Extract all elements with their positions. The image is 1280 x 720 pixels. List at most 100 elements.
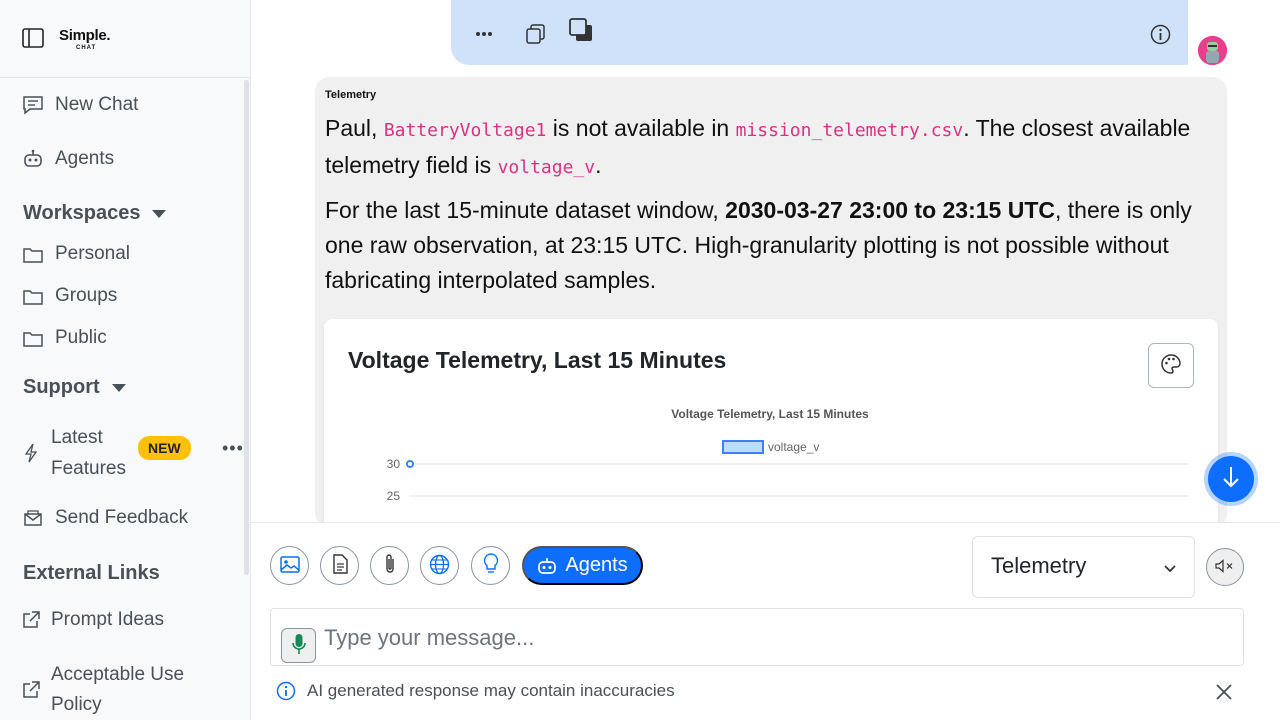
message-input[interactable] (324, 622, 1224, 654)
more-options-icon[interactable] (475, 24, 493, 42)
globe-icon (429, 554, 450, 578)
disclaimer-text: AI generated response may contain inaccu… (307, 681, 675, 700)
bold-text: 2030-03-27 23:00 to 23:15 UTC (725, 197, 1055, 223)
assistant-message: Telemetry Paul, BatteryVoltage1 is not a… (315, 77, 1227, 527)
acceptable-use-label: Acceptable Use Policy (51, 660, 184, 720)
caret-down-icon (152, 209, 167, 218)
sidebar: Simple. CHAT New Chat Agents Workspaces … (0, 0, 251, 720)
info-icon[interactable] (1150, 24, 1171, 50)
sidebar-item-label: Public (55, 327, 107, 348)
message-sender: Telemetry (325, 89, 377, 101)
microphone-icon (291, 633, 306, 658)
new-badge: NEW (138, 436, 191, 460)
image-icon (279, 555, 300, 576)
close-icon[interactable] (1215, 683, 1233, 706)
arrow-down-icon (1221, 465, 1241, 494)
legend-swatch[interactable] (722, 440, 764, 454)
image-button[interactable] (270, 546, 309, 585)
sidebar-item-prompt-ideas[interactable]: Prompt Ideas (22, 609, 164, 631)
sidebar-toggle-icon[interactable] (22, 28, 44, 48)
sidebar-item-agents[interactable]: Agents (22, 148, 114, 170)
support-heading-label: Support (23, 376, 100, 398)
sidebar-item-label: Send Feedback (55, 507, 189, 528)
logo-text: Simple. (59, 27, 111, 44)
robot-icon (22, 148, 44, 170)
logo-subtext: CHAT (76, 45, 97, 51)
message-paragraph-2: For the last 15-minute dataset window, 2… (325, 193, 1220, 298)
sidebar-item-label: Groups (55, 285, 118, 306)
inline-code: BatteryVoltage1 (383, 120, 547, 141)
robot-icon (537, 557, 557, 575)
text-run: is not available in (546, 115, 736, 141)
disclaimer: AI generated response may contain inaccu… (276, 681, 675, 701)
paperclip-icon (383, 553, 397, 578)
palette-button[interactable] (1148, 343, 1194, 388)
web-search-button[interactable] (420, 546, 459, 585)
chevron-down-icon (1164, 560, 1176, 578)
sidebar-item-public[interactable]: Public (22, 327, 107, 349)
mute-button[interactable] (1206, 548, 1244, 586)
chart-title: Voltage Telemetry, Last 15 Minutes (671, 407, 869, 421)
voltage-chart: Voltage Telemetry, Last 15 Minutes volta… (387, 407, 1188, 503)
sidebar-item-label: Prompt Ideas (51, 609, 164, 630)
lightning-icon (22, 442, 40, 464)
legend-label[interactable]: voltage_v (768, 440, 819, 454)
latest-features-label: Latest Features (51, 422, 126, 484)
prompt-ideas-button[interactable] (471, 546, 510, 585)
workspaces-heading-label: Workspaces (23, 202, 141, 224)
envelope-icon (22, 507, 44, 529)
message-input-wrapper (270, 608, 1244, 666)
folder-icon (22, 327, 44, 349)
folder-icon (22, 243, 44, 265)
copy-icon[interactable] (525, 23, 546, 50)
inline-code: voltage_v (497, 157, 596, 178)
y-tick-label: 25 (387, 489, 401, 503)
sidebar-item-personal[interactable]: Personal (22, 243, 130, 265)
sidebar-item-label: Agents (55, 148, 115, 169)
external-links-heading-label: External Links (23, 562, 160, 584)
user-avatar[interactable] (1198, 36, 1227, 65)
text-run: Paul, (325, 115, 384, 141)
external-links-heading: External Links (23, 562, 160, 585)
agents-button-label: Agents (565, 554, 628, 576)
sidebar-item-send-feedback[interactable]: Send Feedback (22, 507, 188, 529)
message-paragraph-1: Paul, BatteryVoltage1 is not available i… (325, 111, 1215, 185)
agent-select-value: Telemetry (991, 553, 1087, 578)
lightbulb-icon (483, 553, 499, 578)
workspaces-heading[interactable]: Workspaces (23, 202, 167, 225)
agents-button[interactable]: Agents (522, 546, 643, 585)
acceptable-use-line1: Acceptable Use (51, 664, 185, 685)
external-link-icon (22, 679, 40, 701)
chart-card: Voltage Telemetry, Last 15 Minutes Volta… (324, 319, 1218, 527)
sidebar-item-label: New Chat (55, 94, 139, 115)
scroll-to-bottom-button[interactable] (1208, 456, 1254, 502)
agent-select[interactable]: Telemetry (972, 536, 1195, 598)
sidebar-item-groups[interactable]: Groups (22, 285, 117, 307)
sidebar-scrollbar[interactable] (244, 80, 249, 575)
document-icon (332, 554, 348, 577)
document-button[interactable] (320, 546, 359, 585)
sidebar-item-latest-features[interactable]: Latest Features (22, 422, 126, 484)
microphone-button[interactable] (281, 628, 316, 663)
y-tick-label: 30 (387, 457, 401, 471)
text-run: For the last 15-minute dataset window, (325, 197, 726, 223)
more-options-icon[interactable]: ••• (222, 438, 244, 459)
inline-code: mission_telemetry.csv (735, 120, 964, 141)
sidebar-item-acceptable-use[interactable]: Acceptable Use Policy (22, 660, 184, 720)
speaker-mute-icon (1215, 558, 1235, 576)
brand-header: Simple. CHAT (0, 0, 250, 78)
copy-markdown-icon[interactable] (569, 18, 594, 48)
attach-button[interactable] (370, 546, 409, 585)
user-message-bubble (451, 0, 1188, 65)
data-point[interactable] (406, 460, 414, 468)
acceptable-use-line2: Policy (51, 694, 102, 715)
external-link-icon (22, 609, 40, 631)
latest-features-line2: Features (51, 458, 126, 479)
sidebar-item-label: Personal (55, 243, 130, 264)
sidebar-item-new-chat[interactable]: New Chat (22, 94, 138, 116)
chart-card-title: Voltage Telemetry, Last 15 Minutes (348, 347, 727, 373)
caret-down-icon (111, 383, 126, 392)
info-icon (276, 681, 296, 701)
composer: Agents Telemetry AI generated response m… (251, 522, 1280, 720)
support-heading[interactable]: Support (23, 376, 126, 399)
